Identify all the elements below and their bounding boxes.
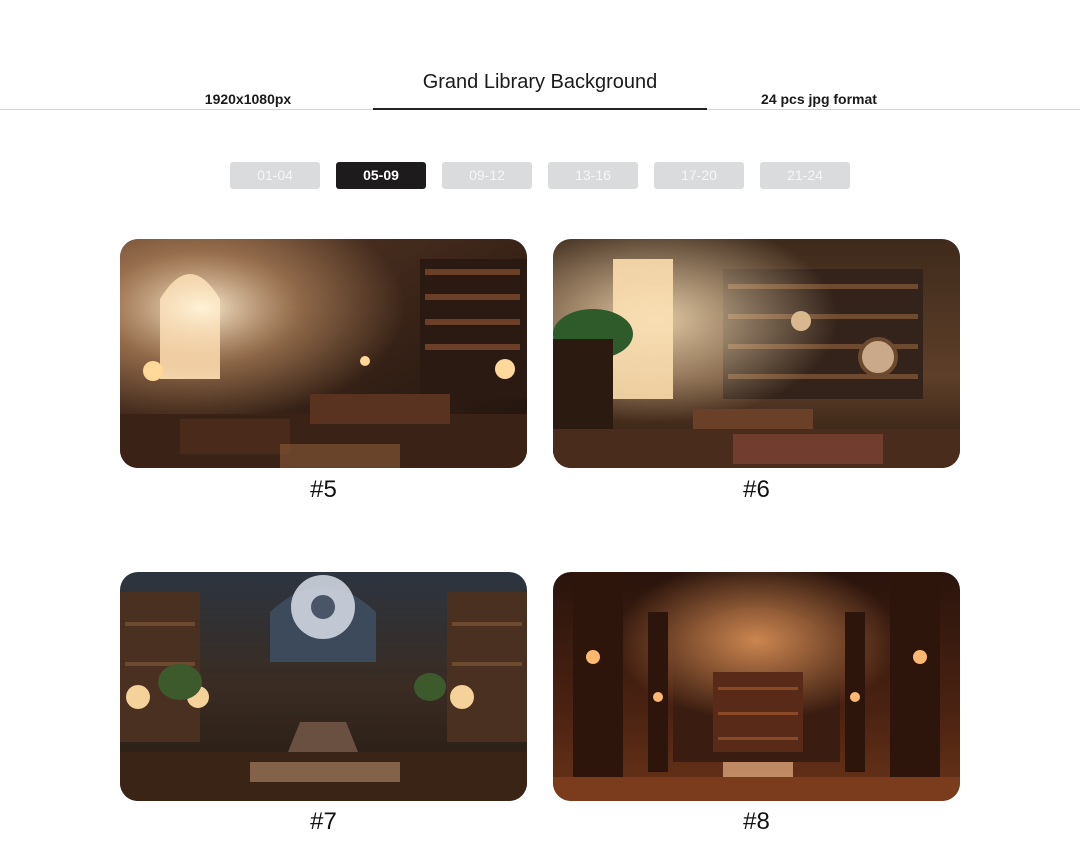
title-underline [373, 108, 707, 110]
tab-17-20[interactable]: 17-20 [654, 162, 744, 189]
gallery-label-8: #8 [743, 808, 770, 835]
gallery-label-5: #5 [310, 476, 337, 503]
page-title: Grand Library Background [422, 71, 658, 93]
gallery-label-6: #6 [743, 476, 770, 503]
gallery-image-7[interactable] [120, 572, 527, 801]
gallery-image-8[interactable] [553, 572, 960, 801]
gallery-label-7: #7 [310, 808, 337, 835]
resolution-label: 1920x1080px [204, 91, 292, 107]
tab-05-09[interactable]: 05-09 [336, 162, 426, 189]
tab-13-16[interactable]: 13-16 [548, 162, 638, 189]
gallery-image-6[interactable] [553, 239, 960, 468]
tab-09-12[interactable]: 09-12 [442, 162, 532, 189]
format-label: 24 pcs jpg format [761, 91, 877, 107]
gallery-image-5[interactable] [120, 239, 527, 468]
tab-21-24[interactable]: 21-24 [760, 162, 850, 189]
range-tabs: 01-04 05-09 09-12 13-16 17-20 21-24 [230, 162, 850, 189]
tab-01-04[interactable]: 01-04 [230, 162, 320, 189]
